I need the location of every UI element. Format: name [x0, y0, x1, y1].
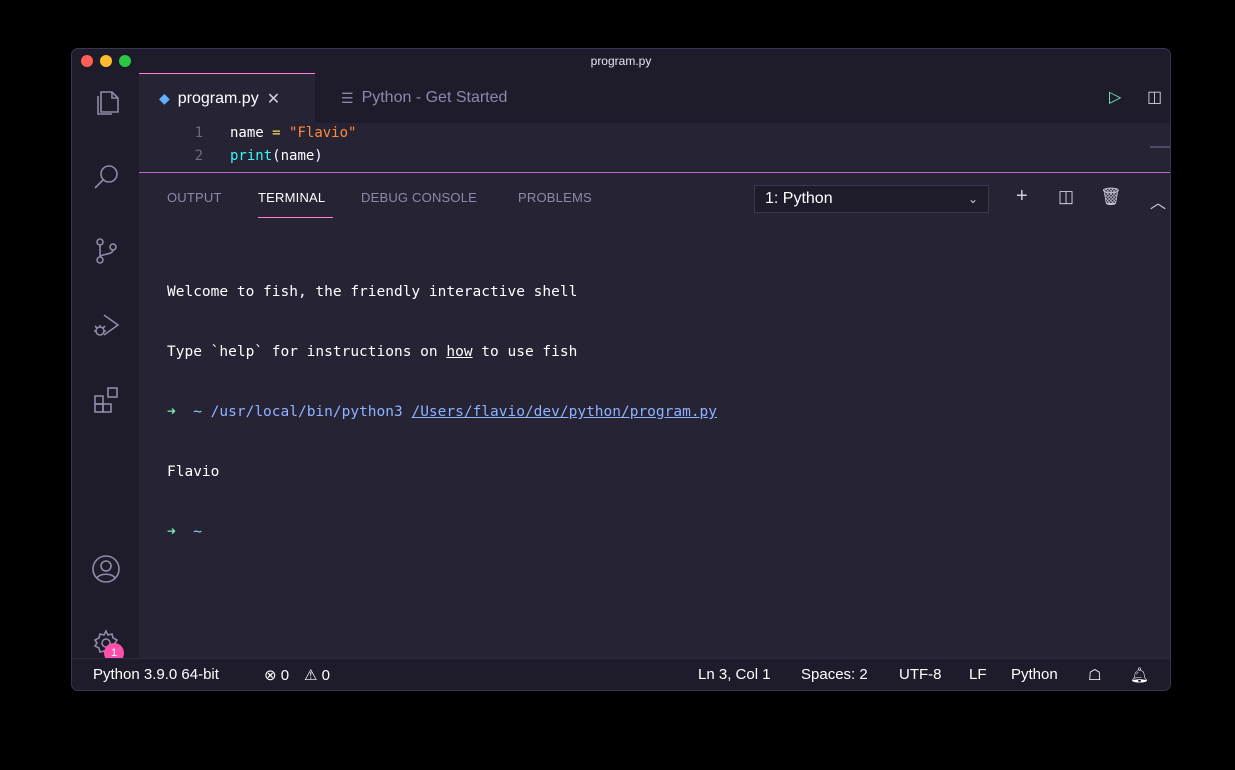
extensions-icon[interactable] [88, 381, 124, 417]
python-file-icon: ◆ [159, 90, 170, 106]
feedback-icon[interactable]: ☖ [1088, 666, 1101, 684]
code-fn: print [230, 148, 273, 164]
tab-terminal[interactable]: TERMINAL [258, 190, 325, 205]
tab-output[interactable]: OUTPUT [167, 190, 222, 205]
title-bar: program.py [72, 49, 1170, 74]
tab-problems[interactable]: PROBLEMS [518, 190, 592, 205]
run-icon[interactable]: ▷ [1109, 87, 1121, 107]
term-text: Type `help` for instructions on [167, 344, 447, 360]
code-editor[interactable]: 1 name = "Flavio" 2 print(name) [139, 123, 1170, 172]
source-control-icon[interactable] [88, 233, 124, 269]
terminal-line: Type `help` for instructions on how to u… [167, 342, 717, 362]
prompt-tilde: ~ [193, 524, 202, 540]
tab-python-get-started[interactable]: ☰ Python - Get Started [325, 73, 635, 123]
window-title: program.py [590, 54, 652, 68]
close-tab-icon[interactable]: ✕ [267, 89, 280, 109]
active-tab-underline [258, 217, 333, 218]
line-number: 2 [194, 148, 203, 164]
prompt-arrow-icon: ➜ [167, 404, 176, 420]
encoding[interactable]: UTF-8 [899, 666, 942, 683]
language-mode[interactable]: Python [1011, 666, 1058, 683]
code-var: name [230, 125, 264, 141]
tab-label: program.py [177, 89, 259, 107]
term-command: /usr/local/bin/python3 [210, 404, 403, 420]
line-number: 1 [194, 125, 203, 141]
tab-label: Python - Get Started [361, 89, 508, 106]
activity-bar: 1 [72, 73, 139, 663]
terminal-line: Flavio [167, 464, 220, 480]
term-text: how [446, 344, 473, 360]
tab-program-py[interactable]: ◆ program.py ✕ [139, 73, 315, 123]
vscode-window: program.py 1 ◆ program.py ✕ ☰ Python - G… [72, 49, 1170, 690]
prompt-arrow-icon: ➜ [167, 524, 176, 540]
trash-icon[interactable]: 🗑 [1100, 187, 1122, 207]
editor-tab-bar: ◆ program.py ✕ ☰ Python - Get Started ▷ … [139, 73, 1170, 123]
chevron-up-icon[interactable]: ︿ [1150, 189, 1166, 213]
status-bar: Python 3.9.0 64-bit ⊗ 0 ⚠ 0 Ln 3, Col 1 … [72, 658, 1170, 690]
explorer-icon[interactable] [88, 85, 124, 121]
minimap-indicator [1150, 146, 1170, 148]
split-editor-icon[interactable]: ◫ [1147, 87, 1162, 107]
code-line[interactable]: print(name) [230, 148, 323, 164]
run-debug-icon[interactable] [88, 307, 124, 343]
split-terminal-icon[interactable]: ◫ [1058, 187, 1074, 207]
indentation[interactable]: Spaces: 2 [801, 666, 868, 683]
cursor-position[interactable]: Ln 3, Col 1 [698, 666, 771, 683]
chevron-down-icon: ⌄ [967, 192, 978, 206]
line-ending[interactable]: LF [969, 666, 987, 683]
terminal-line: ➜ ~ [167, 522, 717, 542]
term-path-link[interactable]: /Users/flavio/dev/python/program.py [411, 404, 717, 420]
account-icon[interactable] [88, 551, 124, 587]
lines-icon: ☰ [341, 89, 354, 106]
code-line[interactable]: name = "Flavio" [230, 125, 356, 141]
terminal-output[interactable]: Welcome to fish, the friendly interactiv… [167, 242, 717, 582]
notifications-bell-icon[interactable]: 🔔︎ [1130, 666, 1149, 684]
term-text: to use fish [472, 344, 578, 360]
terminal-line: ➜ ~ /usr/local/bin/python3 /Users/flavio… [167, 402, 717, 422]
terminal-line: Welcome to fish, the friendly interactiv… [167, 284, 578, 300]
error-count[interactable]: ⊗ 0 [264, 666, 289, 684]
python-interpreter[interactable]: Python 3.9.0 64-bit [93, 666, 219, 683]
warning-count[interactable]: ⚠ 0 [304, 666, 330, 684]
terminal-select[interactable]: 1: Python ⌄ [754, 185, 989, 213]
prompt-tilde: ~ [193, 404, 202, 420]
plus-icon[interactable]: + [1016, 185, 1028, 208]
search-icon[interactable] [88, 159, 124, 195]
code-string: "Flavio" [289, 125, 357, 141]
bottom-panel: OUTPUT TERMINAL DEBUG CONSOLE PROBLEMS 1… [139, 172, 1170, 659]
terminal-select-value: 1: Python [765, 190, 833, 207]
code-op: = [272, 125, 281, 141]
code-args: (name) [272, 148, 323, 164]
tab-debug-console[interactable]: DEBUG CONSOLE [361, 190, 477, 205]
